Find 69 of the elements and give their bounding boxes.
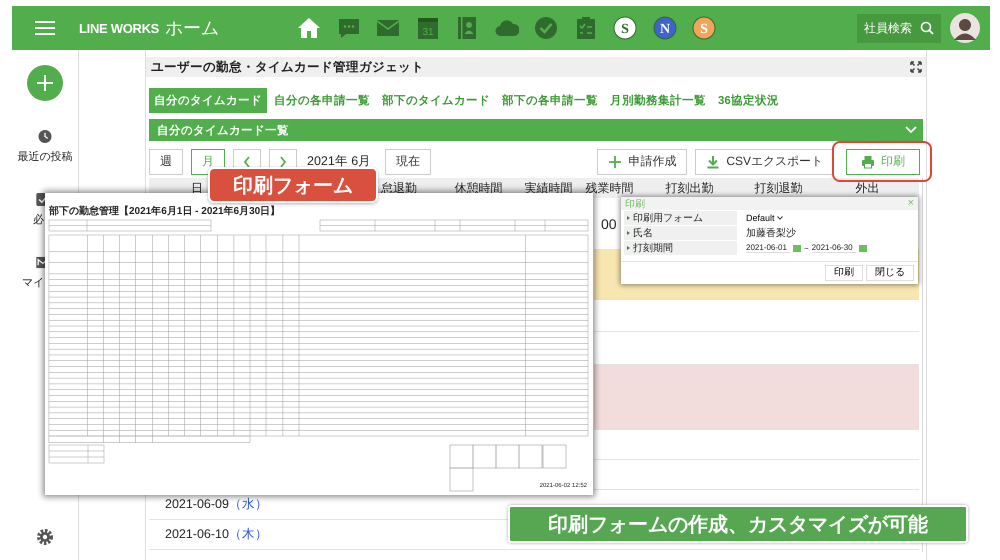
chevron-left-icon <box>243 156 251 168</box>
date-field[interactable]: 2021-06-30 <box>812 243 856 253</box>
checkbox-icon[interactable] <box>36 193 45 206</box>
printer-icon <box>861 154 875 168</box>
tab[interactable]: 部下の各申請一覧 <box>497 88 603 113</box>
section-header[interactable]: 自分のタイムカード一覧 <box>149 119 923 141</box>
employee-search-button[interactable]: 社員検索 <box>857 14 941 42</box>
dialog-button[interactable]: 印刷 <box>825 265 863 281</box>
sidebar-item[interactable]: 必 <box>33 212 44 227</box>
today-button[interactable]: 現在 <box>385 148 432 174</box>
tab[interactable]: 36協定状況 <box>713 88 784 113</box>
tab[interactable]: 部下のタイムカード <box>377 88 495 113</box>
chevron-right-icon <box>279 156 287 168</box>
caret-icon <box>776 216 783 220</box>
home-icon[interactable] <box>297 16 322 40</box>
settings-icon[interactable] <box>36 528 54 546</box>
field-label: 打刻期間 <box>624 241 737 255</box>
date-field[interactable]: 2021-06-01 <box>746 243 790 253</box>
envelope-icon[interactable] <box>36 256 45 269</box>
menu-icon[interactable] <box>35 20 55 36</box>
column-header: 外出 <box>854 180 880 196</box>
chevron-down-icon[interactable] <box>905 126 917 134</box>
date-cell-text: 2021-06-09（水） <box>164 496 268 513</box>
sidebar-item[interactable]: 最近の投稿 <box>18 149 72 164</box>
avatar[interactable] <box>950 13 980 43</box>
range-separator: ~ <box>804 244 809 252</box>
badge-icon[interactable]: S <box>613 16 638 40</box>
download-icon <box>706 154 720 168</box>
print-button[interactable]: 印刷 <box>846 148 920 174</box>
plus-icon <box>36 74 54 92</box>
tab[interactable]: 自分の各申請一覧 <box>269 88 375 113</box>
column-header: 打刻退勤 <box>754 180 804 196</box>
field-label: 印刷用フォーム <box>624 211 737 225</box>
csv-export-button[interactable]: CSVエクスポート <box>695 148 834 174</box>
table-cell: 00 <box>601 216 617 232</box>
panel-title: ユーザーの勤怠・タイムカード管理ガジェット <box>151 58 424 76</box>
new-post-button[interactable] <box>27 65 63 101</box>
sidebar-item[interactable]: マイ <box>22 275 44 290</box>
column-header: 日 <box>191 180 203 196</box>
plus-icon <box>608 154 622 168</box>
callout-tooltip: 印刷フォーム <box>208 167 378 203</box>
period-label: 2021年 6月 <box>307 153 372 170</box>
column-header: 残業時間 <box>584 180 634 196</box>
page-title: ホーム <box>165 17 220 40</box>
field-value: 加藤香梨沙 <box>746 226 796 240</box>
tab[interactable]: 月別勤務集計一覧 <box>605 88 711 113</box>
caption-banner: 印刷フォームの作成、カスタマイズが可能 <box>508 505 968 543</box>
summary-table-drawing <box>48 444 104 464</box>
calendar-icon[interactable] <box>858 244 867 252</box>
dialog-title: 印刷 <box>625 198 645 210</box>
field-label: 氏名 <box>624 226 737 240</box>
expand-icon[interactable] <box>910 61 922 73</box>
create-request-button[interactable]: 申請作成 <box>597 148 688 174</box>
view-button[interactable]: 週 <box>149 148 183 174</box>
column-header: 実績時間 <box>524 180 574 196</box>
badge-icon[interactable]: N <box>652 16 677 40</box>
date-cell-text: 2021-06-10（木） <box>164 526 268 543</box>
brand-name: LINE WORKS <box>79 20 160 36</box>
form-select[interactable]: Default <box>746 213 783 223</box>
form-title: 部下の勤怠管理【2021年6月1日 - 2021年6月30日】 <box>49 204 280 217</box>
calendar-icon[interactable] <box>793 244 801 252</box>
tab[interactable]: 自分のタイムカード <box>149 88 267 113</box>
chat-icon[interactable] <box>336 16 361 40</box>
clock-icon[interactable] <box>38 130 52 143</box>
section-title: 自分のタイムカード一覧 <box>157 123 289 138</box>
column-header: 打刻出勤 <box>664 180 714 196</box>
dialog-button[interactable]: 閉じる <box>866 265 914 281</box>
search-icon <box>920 21 934 35</box>
check-icon[interactable] <box>534 16 558 40</box>
